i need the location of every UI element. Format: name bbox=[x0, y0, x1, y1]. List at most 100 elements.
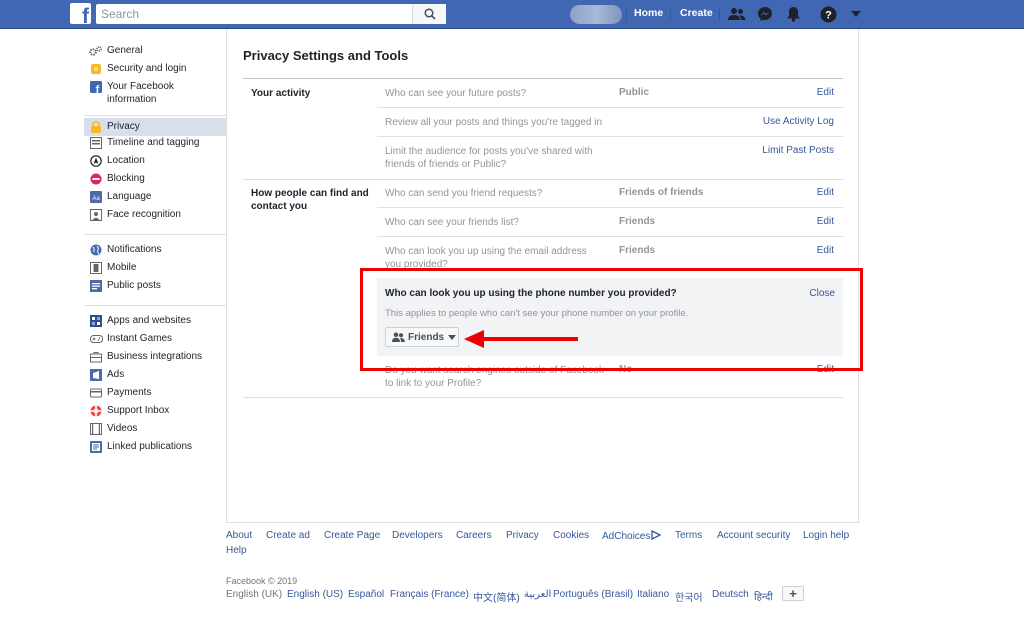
section-divider bbox=[243, 397, 843, 398]
sidebar-item-label: Notifications bbox=[107, 244, 162, 255]
setting-question: Review all your posts and things you're … bbox=[385, 117, 603, 128]
setting-value: Friends bbox=[619, 216, 656, 227]
sidebar-item-notifications[interactable]: Notifications bbox=[84, 243, 227, 261]
sidebar-item-security[interactable]: Security and login bbox=[84, 62, 227, 80]
profile-avatar[interactable] bbox=[570, 5, 622, 24]
footer-link-about[interactable]: About bbox=[226, 530, 252, 541]
sidebar-divider bbox=[84, 305, 227, 306]
public-posts-icon bbox=[89, 279, 103, 293]
nav-separator bbox=[626, 8, 627, 21]
language-link[interactable]: 한국어 bbox=[675, 589, 703, 604]
top-navigation-bar: f Home Create ? bbox=[0, 0, 1024, 29]
sidebar-item-face-recognition[interactable]: Face recognition bbox=[84, 208, 227, 226]
dropdown-icon[interactable] bbox=[847, 5, 865, 23]
footer-link-create-ad[interactable]: Create ad bbox=[266, 530, 310, 541]
sidebar-item-privacy[interactable]: Privacy bbox=[84, 118, 227, 136]
logo-letter: f bbox=[82, 5, 89, 24]
sidebar-item-instant-games[interactable]: Instant Games bbox=[84, 332, 227, 350]
row-divider bbox=[377, 236, 843, 237]
footer-link-terms[interactable]: Terms bbox=[675, 530, 702, 541]
sidebar-divider bbox=[84, 234, 227, 235]
shield-icon bbox=[89, 62, 103, 76]
sidebar-item-location[interactable]: Location bbox=[84, 154, 227, 172]
adchoices-icon bbox=[651, 529, 662, 541]
sidebar-item-general[interactable]: General bbox=[84, 44, 227, 62]
more-languages-button[interactable]: + bbox=[782, 586, 804, 601]
sidebar-item-support-inbox[interactable]: Support Inbox bbox=[84, 404, 227, 422]
footer-link-account-security[interactable]: Account security bbox=[717, 530, 790, 541]
sidebar-item-language[interactable]: Aa Language bbox=[84, 190, 227, 208]
friend-requests-icon[interactable] bbox=[728, 5, 746, 23]
sidebar-item-label: Security and login bbox=[107, 63, 187, 74]
nav-separator bbox=[719, 8, 720, 21]
footer-link-login-help[interactable]: Login help bbox=[803, 530, 849, 541]
location-icon bbox=[89, 154, 103, 168]
footer-link-create-page[interactable]: Create Page bbox=[324, 530, 380, 541]
section-label-find-contact: How people can find and contact you bbox=[251, 188, 369, 212]
adchoices-label: AdChoices bbox=[602, 531, 651, 542]
sidebar-item-apps-websites[interactable]: Apps and websites bbox=[84, 314, 227, 332]
footer-link-adchoices[interactable]: AdChoices bbox=[602, 529, 662, 542]
edit-link[interactable]: Edit bbox=[817, 216, 834, 227]
search-button[interactable] bbox=[412, 4, 446, 24]
facebook-logo[interactable]: f bbox=[70, 3, 91, 24]
footer-link-developers[interactable]: Developers bbox=[392, 530, 443, 541]
language-link[interactable]: العربية bbox=[524, 589, 551, 600]
sidebar-item-your-facebook-information[interactable]: f Your Facebook information bbox=[84, 80, 227, 112]
sidebar-item-label: Payments bbox=[107, 387, 152, 398]
language-current: English (UK) bbox=[226, 589, 283, 600]
sidebar-divider bbox=[84, 115, 227, 116]
language-link[interactable]: हिन्दी bbox=[754, 589, 773, 603]
svg-text:Aa: Aa bbox=[92, 196, 100, 202]
language-link[interactable]: Español bbox=[348, 589, 384, 600]
footer-link-privacy[interactable]: Privacy bbox=[506, 530, 539, 541]
sidebar-item-videos[interactable]: Videos bbox=[84, 422, 227, 440]
sidebar-item-linked-publications[interactable]: Linked publications bbox=[84, 440, 227, 458]
setting-value: Friends of friends bbox=[619, 187, 704, 198]
create-link[interactable]: Create bbox=[680, 7, 713, 19]
language-link[interactable]: Deutsch bbox=[712, 589, 749, 600]
svg-text:f: f bbox=[96, 84, 100, 93]
nav-separator bbox=[670, 8, 671, 21]
sidebar-item-public-posts[interactable]: Public posts bbox=[84, 279, 227, 297]
sidebar-item-payments[interactable]: Payments bbox=[84, 386, 227, 404]
sidebar-item-label: Language bbox=[107, 191, 152, 202]
row-divider bbox=[377, 207, 843, 208]
row-divider bbox=[377, 107, 843, 108]
sidebar-item-ads[interactable]: Ads bbox=[84, 368, 227, 386]
videos-icon bbox=[89, 422, 103, 436]
edit-link[interactable]: Edit bbox=[817, 87, 834, 98]
publications-icon bbox=[89, 440, 103, 454]
sidebar-item-label: Instant Games bbox=[107, 333, 173, 344]
edit-link[interactable]: Edit bbox=[817, 245, 834, 256]
annotation-arrow-icon bbox=[464, 330, 578, 348]
block-icon bbox=[89, 172, 103, 186]
language-link[interactable]: English (US) bbox=[287, 589, 343, 600]
language-link[interactable]: Français (France) bbox=[390, 589, 469, 600]
help-icon[interactable]: ? bbox=[819, 5, 837, 23]
sidebar-item-label: Your Facebook information bbox=[107, 81, 174, 105]
sidebar-item-mobile[interactable]: Mobile bbox=[84, 261, 227, 279]
notifications-icon[interactable] bbox=[784, 5, 802, 23]
setting-question: Who can see your friends list? bbox=[385, 217, 519, 228]
language-link[interactable]: Italiano bbox=[637, 589, 669, 600]
sidebar-item-timeline[interactable]: Timeline and tagging bbox=[84, 136, 227, 154]
limit-past-posts-link[interactable]: Limit Past Posts bbox=[762, 145, 834, 156]
search-bar bbox=[96, 4, 446, 24]
search-input[interactable] bbox=[96, 4, 414, 24]
sidebar-item-business-integrations[interactable]: Business integrations bbox=[84, 350, 227, 368]
footer-link-help[interactable]: Help bbox=[226, 545, 247, 556]
footer-link-careers[interactable]: Careers bbox=[456, 530, 492, 541]
sidebar-item-blocking[interactable]: Blocking bbox=[84, 172, 227, 190]
games-icon bbox=[89, 332, 103, 346]
facebook-icon: f bbox=[89, 80, 103, 94]
language-link[interactable]: 中文(简体) bbox=[473, 589, 520, 604]
messenger-icon[interactable] bbox=[756, 5, 774, 23]
edit-link[interactable]: Edit bbox=[817, 187, 834, 198]
sidebar-item-label: Face recognition bbox=[107, 209, 181, 220]
mobile-icon bbox=[89, 261, 103, 275]
footer-link-cookies[interactable]: Cookies bbox=[553, 530, 589, 541]
home-link[interactable]: Home bbox=[634, 7, 663, 19]
use-activity-log-link[interactable]: Use Activity Log bbox=[763, 116, 834, 127]
language-link[interactable]: Português (Brasil) bbox=[553, 589, 633, 600]
